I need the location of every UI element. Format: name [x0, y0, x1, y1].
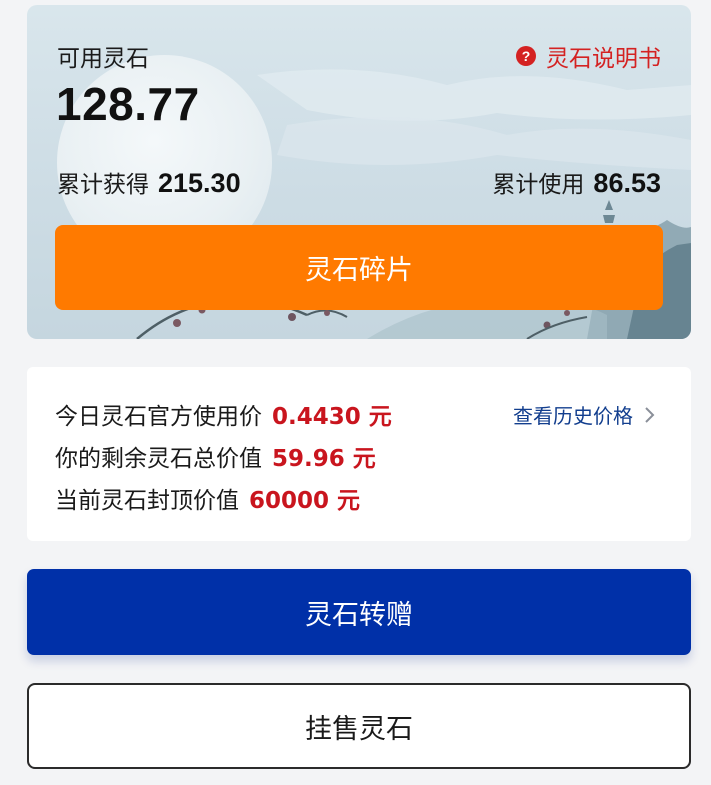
price-card: 今日灵石官方使用价 0.4430 元 你的剩余灵石总价值 59.96 元 当前灵… [27, 367, 691, 541]
earned-value: 215.30 [158, 168, 241, 198]
manual-link-label: 灵石说明书 [546, 46, 661, 72]
balance-card: 可用灵石 128.77 ? 灵石说明书 累计获得 215.30 累计使用 86.… [27, 5, 691, 339]
help-icon: ? [516, 46, 536, 66]
remaining-value-label: 你的剩余灵石总价值 [55, 446, 262, 472]
gift-button[interactable]: 灵石转赠 [27, 569, 691, 655]
used-stat: 累计使用 86.53 [492, 165, 661, 199]
cap-value-value: 60000 元 [249, 488, 361, 514]
cap-value-row: 当前灵石封顶价值 60000 元 [55, 481, 360, 515]
used-label: 累计使用 [492, 172, 585, 198]
fragment-button[interactable]: 灵石碎片 [55, 225, 663, 310]
earned-stat: 累计获得 215.30 [57, 165, 241, 199]
official-price-label: 今日灵石官方使用价 [55, 404, 262, 430]
available-amount: 128.77 [56, 78, 200, 130]
earned-label: 累计获得 [57, 172, 149, 198]
chevron-right-icon [645, 406, 655, 423]
available-label: 可用灵石 [57, 46, 149, 72]
used-value: 86.53 [593, 168, 661, 198]
manual-link[interactable]: ? 灵石说明书 [516, 39, 661, 73]
official-price-value: 0.4430 元 [272, 404, 392, 430]
cap-value-label: 当前灵石封顶价值 [55, 488, 239, 514]
sell-button[interactable]: 挂售灵石 [27, 683, 691, 769]
official-price-row: 今日灵石官方使用价 0.4430 元 [55, 397, 392, 431]
history-link-label: 查看历史价格 [513, 404, 633, 428]
remaining-value-row: 你的剩余灵石总价值 59.96 元 [55, 439, 376, 473]
history-price-link[interactable]: 查看历史价格 [513, 400, 657, 429]
remaining-value-value: 59.96 元 [272, 446, 376, 472]
